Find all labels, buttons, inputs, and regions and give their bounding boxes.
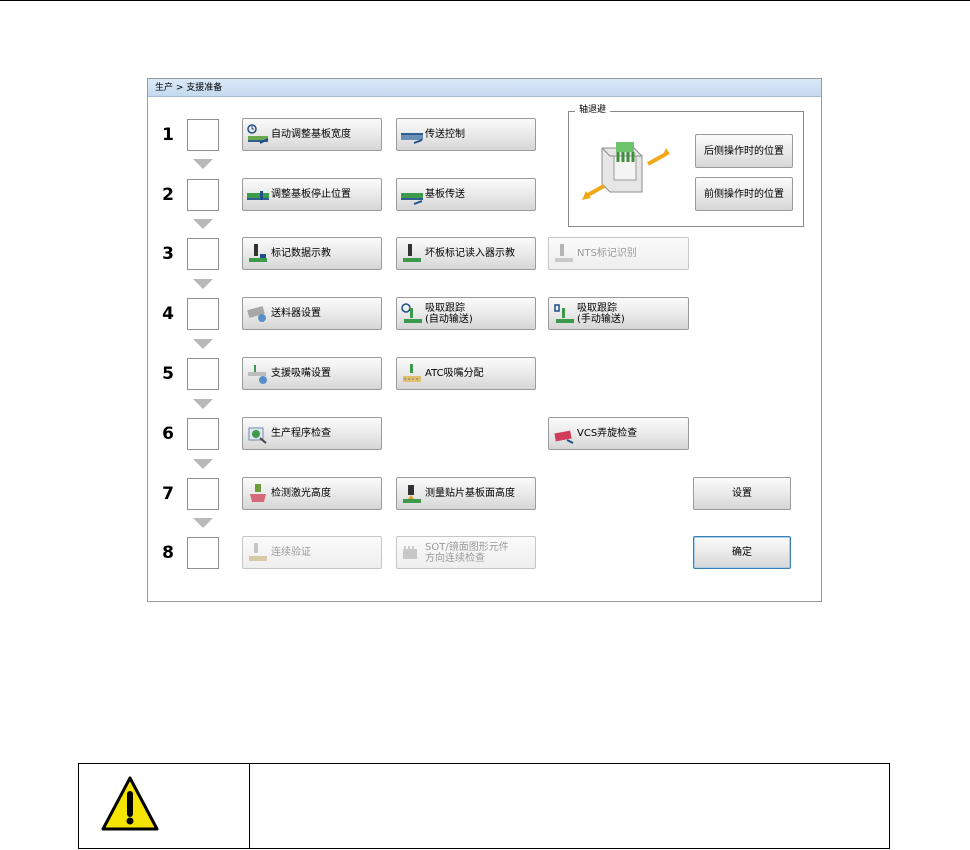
breadcrumb: 生产 > 支援准备 <box>148 79 821 97</box>
laser-height-check-button[interactable]: 检测激光高度 <box>242 477 382 510</box>
atc-nozzle-assign-button[interactable]: ATC吸嘴分配 <box>396 357 536 390</box>
step-number-3: 3 <box>162 244 174 264</box>
conveyor-icon <box>401 133 423 144</box>
front-operation-position-label: 前侧操作时的位置 <box>704 188 784 200</box>
adjust-stop-position-label: 调整基板停止位置 <box>271 189 351 200</box>
board-height-icon <box>403 485 421 503</box>
pickup-auto-icon <box>401 303 422 323</box>
pickup-follow-auto-sublabel: (自动输送) <box>425 313 473 325</box>
step-checkbox-2[interactable] <box>187 179 219 211</box>
page-top-rule <box>0 0 970 1</box>
axis-retreat-title: 轴退避 <box>575 104 611 116</box>
support-nozzle-setup-button[interactable]: 支援吸嘴设置 <box>242 357 382 390</box>
measure-board-height-button[interactable]: 测量贴片基板面高度 <box>396 477 536 510</box>
nts-mark-recognition-button[interactable]: NTS标记识别 <box>548 237 689 270</box>
mark-teaching-button[interactable]: 标记数据示教 <box>242 237 382 270</box>
pickup-follow-manual-button[interactable]: 吸取跟踪 (手动输送) <box>548 297 689 330</box>
step-number-4: 4 <box>162 304 174 324</box>
step-number-2: 2 <box>162 185 174 205</box>
pickup-follow-manual-label: 吸取跟踪 <box>577 302 617 314</box>
bad-board-mark-teaching-button[interactable]: 坏板标记读入器示教 <box>396 237 536 270</box>
step-arrow-icon <box>193 518 213 528</box>
step-arrow-icon <box>193 459 213 469</box>
sot-direction-check-label: SOT/镜面图形元件 <box>425 541 509 553</box>
camera-head-icon <box>249 244 267 262</box>
vcs-icon <box>554 430 574 444</box>
step-arrow-icon <box>193 339 213 349</box>
nts-camera-icon <box>555 244 573 262</box>
bad-board-mark-teaching-label: 坏板标记读入器示教 <box>425 248 515 259</box>
step-checkbox-5[interactable] <box>187 358 219 390</box>
step-checkbox-3[interactable] <box>187 238 219 270</box>
step-checkbox-8[interactable] <box>187 537 219 569</box>
sot-component-icon <box>403 546 417 559</box>
mark-reader-icon <box>403 244 421 262</box>
continuous-verify-button[interactable]: 连续验证 <box>242 536 382 569</box>
program-check-button[interactable]: 生产程序检查 <box>242 417 382 450</box>
warning-table-divider <box>249 764 250 848</box>
step-arrow-icon <box>193 399 213 409</box>
sot-direction-check-button[interactable]: SOT/镜面图形元件 方向连续检查 <box>396 536 536 569</box>
nozzle-setup-icon <box>248 365 267 384</box>
board-transfer-label: 基板传送 <box>425 189 465 200</box>
settings-button[interactable]: 设置 <box>693 477 791 510</box>
adjust-stop-position-button[interactable]: 调整基板停止位置 <box>242 178 382 211</box>
board-transfer-button[interactable]: 基板传送 <box>396 178 536 211</box>
feeder-setup-label: 送料器设置 <box>271 308 321 319</box>
settings-label: 设置 <box>732 488 752 499</box>
atc-nozzle-icon <box>403 364 421 382</box>
step-number-7: 7 <box>162 484 174 504</box>
rear-operation-position-label: 后侧操作时的位置 <box>704 145 784 157</box>
step-arrow-icon <box>193 279 213 289</box>
pickup-follow-manual-sublabel: (手动输送) <box>577 313 625 325</box>
auto-adjust-width-label: 自动调整基板宽度 <box>271 129 351 140</box>
pickup-manual-icon <box>554 304 574 323</box>
feeder-setup-button[interactable]: 送料器设置 <box>242 297 382 330</box>
step-arrow-icon <box>193 219 213 229</box>
support-nozzle-setup-label: 支援吸嘴设置 <box>271 368 331 379</box>
step-checkbox-6[interactable] <box>187 418 219 450</box>
auto-adjust-width-button[interactable]: 自动调整基板宽度 <box>242 118 382 151</box>
board-width-icon <box>247 124 269 144</box>
front-operation-position-button[interactable]: 前侧操作时的位置 <box>695 177 793 211</box>
board-transfer-icon <box>401 193 423 205</box>
pickup-follow-auto-label: 吸取跟踪 <box>425 302 465 314</box>
vcs-check-label: VCS弄旋检查 <box>577 428 638 439</box>
step-number-6: 6 <box>162 424 174 444</box>
sot-direction-check-sublabel: 方向连续检查 <box>425 552 485 564</box>
confirm-label: 确定 <box>732 547 752 558</box>
step-checkbox-7[interactable] <box>187 478 219 510</box>
magnifier-check-icon <box>248 427 267 444</box>
pickup-follow-auto-button[interactable]: 吸取跟踪 (自动输送) <box>396 297 536 330</box>
vcs-check-button[interactable]: VCS弄旋检查 <box>548 417 689 450</box>
step-checkbox-4[interactable] <box>187 298 219 330</box>
continuous-verify-icon <box>249 543 267 561</box>
step-number-8: 8 <box>162 543 174 563</box>
continuous-verify-label: 连续验证 <box>271 547 311 558</box>
warning-triangle-icon <box>101 776 159 831</box>
transfer-control-button[interactable]: 传送控制 <box>396 118 536 151</box>
laser-height-check-label: 检测激光高度 <box>271 488 331 499</box>
measure-board-height-label: 测量贴片基板面高度 <box>425 488 515 499</box>
transfer-control-label: 传送控制 <box>425 129 465 140</box>
warning-table <box>78 763 890 849</box>
mark-teaching-label: 标记数据示教 <box>271 248 331 259</box>
nts-mark-recognition-label: NTS标记识别 <box>577 248 637 259</box>
rear-operation-position-button[interactable]: 后侧操作时的位置 <box>695 134 793 168</box>
step-number-5: 5 <box>162 364 174 384</box>
stop-position-icon <box>247 191 269 200</box>
feeder-icon <box>247 306 266 322</box>
confirm-button[interactable]: 确定 <box>693 536 791 569</box>
machine-axis-icon <box>582 142 670 200</box>
step-number-1: 1 <box>162 125 174 145</box>
step-checkbox-1[interactable] <box>187 119 219 151</box>
laser-height-icon <box>250 484 266 502</box>
step-arrow-icon <box>193 159 213 169</box>
atc-nozzle-assign-label: ATC吸嘴分配 <box>425 368 484 379</box>
program-check-label: 生产程序检查 <box>271 428 331 439</box>
